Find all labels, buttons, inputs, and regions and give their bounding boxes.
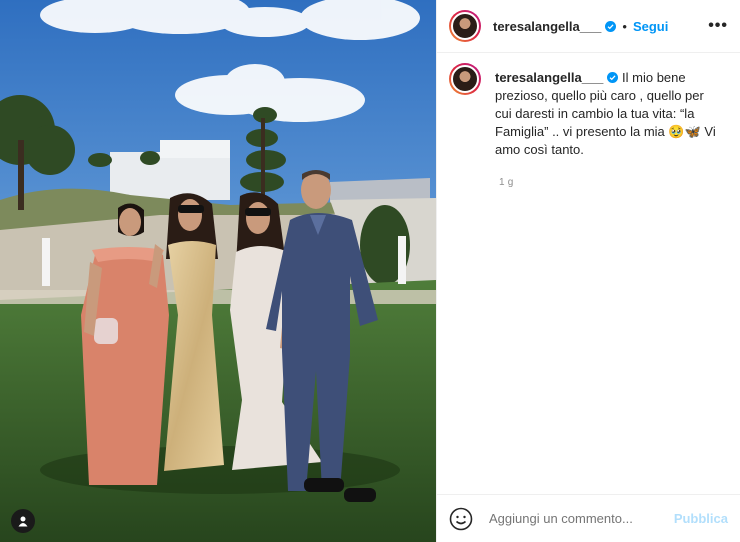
verified-badge-icon [605, 20, 617, 32]
verified-badge-icon [607, 72, 619, 83]
caption-avatar[interactable] [449, 63, 481, 95]
caption-username-link[interactable]: teresalangella___ [495, 70, 603, 85]
family-photo-image [0, 0, 436, 542]
post-photo[interactable] [0, 0, 436, 542]
comment-bar: Pubblica [437, 494, 740, 542]
user-tag-icon [18, 516, 28, 527]
separator-dot: • [622, 18, 627, 34]
post-header: teresalangella___ • Segui ••• [437, 0, 740, 53]
publish-button[interactable]: Pubblica [674, 511, 728, 526]
comment-input[interactable] [487, 510, 674, 527]
username-link[interactable]: teresalangella___ [493, 19, 601, 34]
follow-button[interactable]: Segui [633, 19, 668, 34]
caption-text: teresalangella___ Il mio bene prezioso, … [495, 69, 723, 159]
instagram-post-modal: teresalangella___ • Segui ••• teresalang… [0, 0, 740, 542]
caption-block: teresalangella___ Il mio bene prezioso, … [437, 53, 740, 159]
avatar[interactable] [449, 10, 481, 42]
post-timestamp[interactable]: 1 g [499, 177, 740, 188]
more-options-icon[interactable]: ••• [708, 17, 728, 35]
post-side-panel: teresalangella___ • Segui ••• teresalang… [436, 0, 740, 542]
tag-button[interactable] [11, 509, 35, 533]
smile-icon[interactable] [449, 507, 473, 531]
